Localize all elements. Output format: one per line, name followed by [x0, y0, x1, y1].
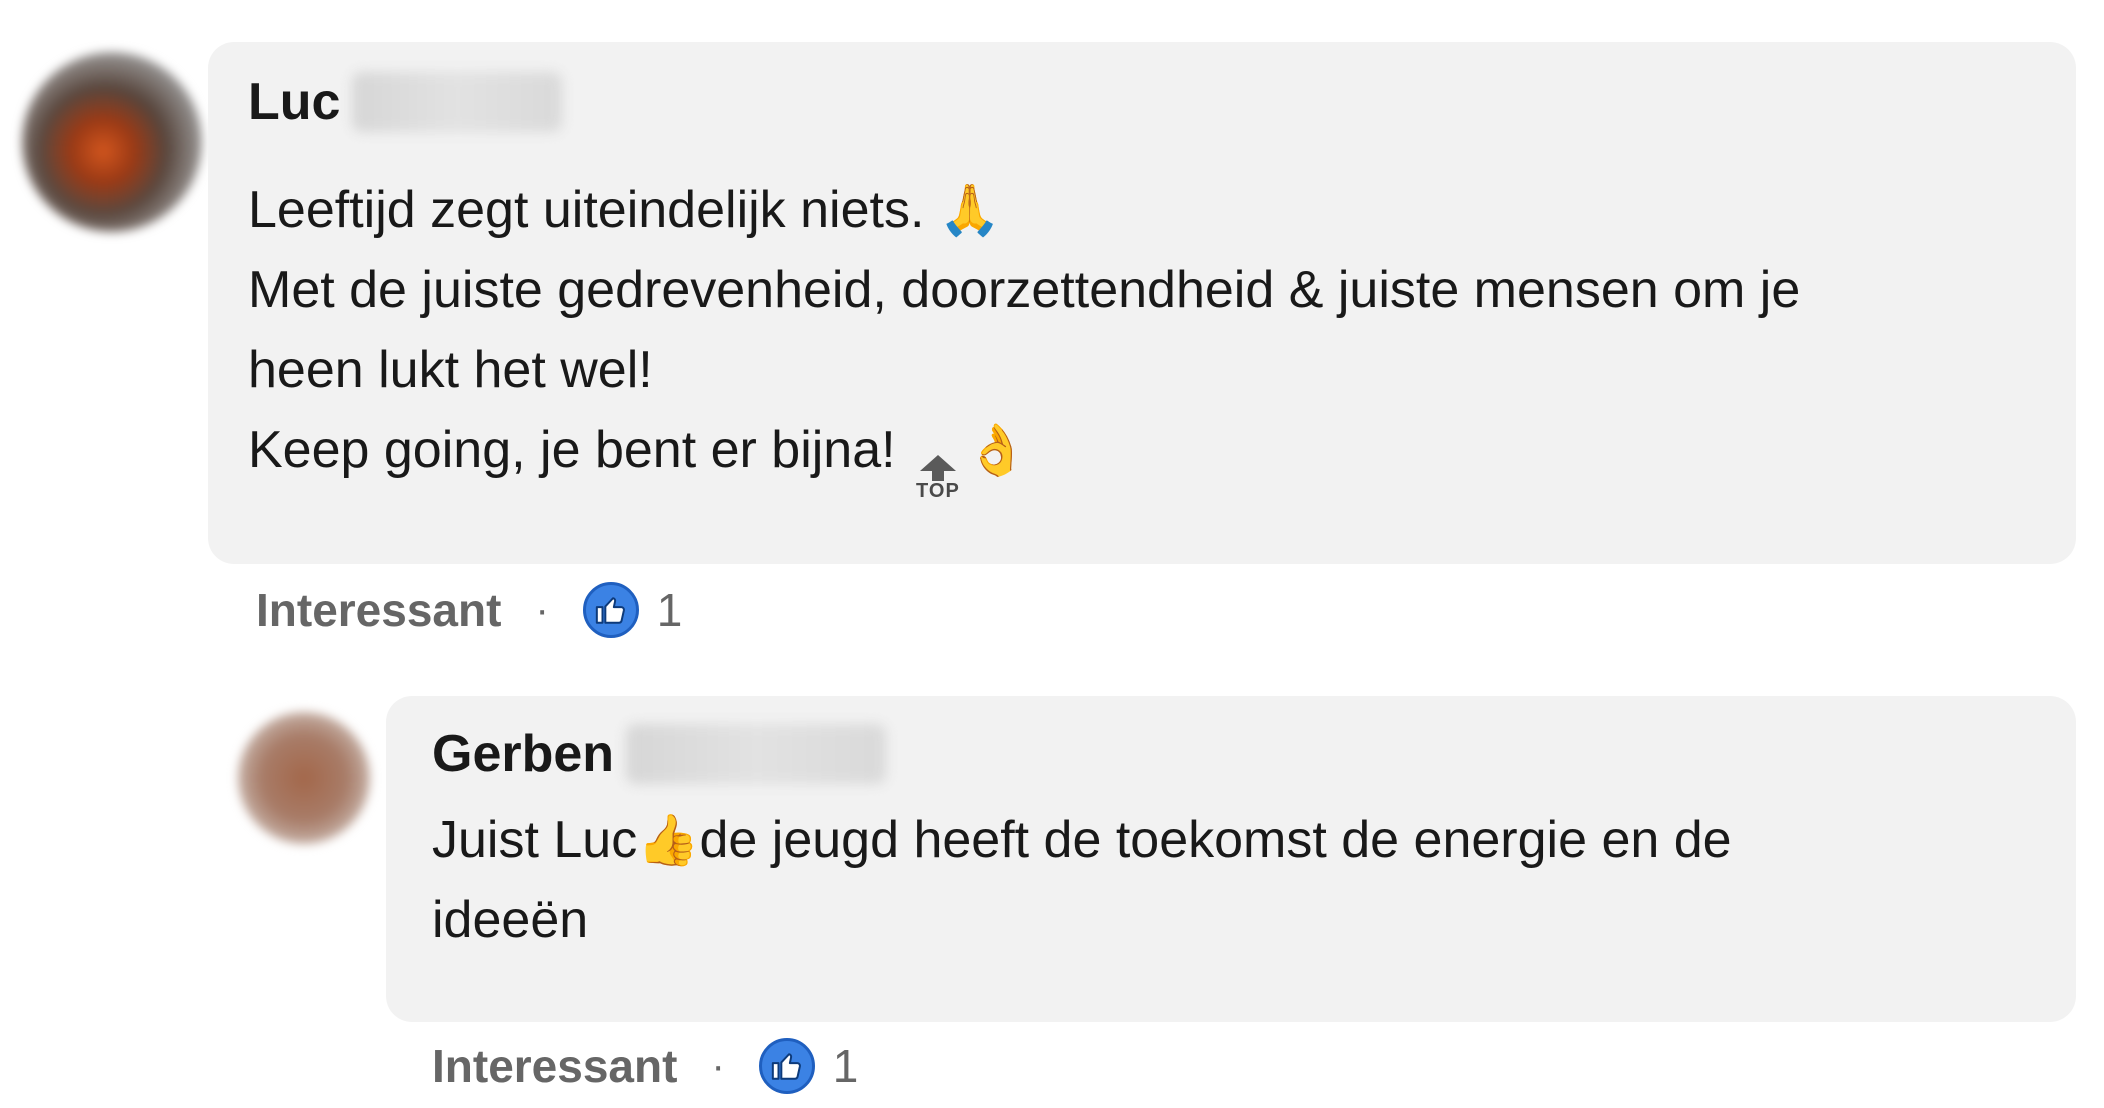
comment-bubble: Luc Leeftijd zegt uiteindelijk niets. 🙏 …: [208, 42, 2076, 564]
comment-text-part: Juist Luc: [432, 811, 638, 869]
folded-hands-icon: 🙏: [938, 181, 1002, 239]
comment-text-line: ideeën: [432, 891, 589, 949]
comment-body: Juist Luc👍de jeugd heeft de toekomst de …: [432, 800, 1732, 960]
thumbs-up-icon: 👍: [637, 811, 700, 869]
comment-actions: Interessant · 1: [256, 582, 682, 638]
action-separator: ·: [535, 588, 549, 632]
author-first-name[interactable]: Gerben: [432, 724, 614, 784]
comment-text-part: de jeugd heeft de toekomst de energie en…: [699, 811, 1732, 869]
comment-text-line: Met de juiste gedrevenheid, doorzettendh…: [248, 261, 1801, 319]
comment-author[interactable]: Luc: [248, 72, 563, 132]
author-surname-blurred: [626, 724, 887, 784]
avatar[interactable]: [22, 52, 202, 232]
comment-body: Leeftijd zegt uiteindelijk niets. 🙏 Met …: [248, 170, 1800, 501]
interesting-button[interactable]: Interessant: [256, 583, 501, 637]
comment-text-line: heen lukt het wel!: [248, 341, 653, 399]
top-arrow-icon: TOP: [916, 455, 960, 501]
comment-text-line: Keep going, je bent er bijna!: [248, 421, 911, 479]
like-reaction-icon[interactable]: [758, 1038, 815, 1094]
comment-thread: Luc Leeftijd zegt uiteindelijk niets. 🙏 …: [0, 0, 2104, 1108]
reaction-count[interactable]: 1: [833, 1039, 859, 1093]
like-reaction-icon[interactable]: [582, 582, 639, 638]
author-surname-blurred: [352, 72, 563, 132]
comment-author[interactable]: Gerben: [432, 724, 887, 784]
interesting-button[interactable]: Interessant: [432, 1039, 677, 1093]
avatar[interactable]: [238, 712, 370, 844]
author-first-name[interactable]: Luc: [248, 72, 340, 132]
reaction-count[interactable]: 1: [657, 583, 683, 637]
comment-text-line: Leeftijd zegt uiteindelijk niets.: [248, 181, 939, 239]
action-separator: ·: [711, 1044, 725, 1088]
ok-hand-icon: 👌: [965, 421, 1029, 479]
comment-actions: Interessant · 1: [432, 1038, 858, 1094]
reply-bubble: Gerben Juist Luc👍de jeugd heeft de toeko…: [386, 696, 2076, 1022]
